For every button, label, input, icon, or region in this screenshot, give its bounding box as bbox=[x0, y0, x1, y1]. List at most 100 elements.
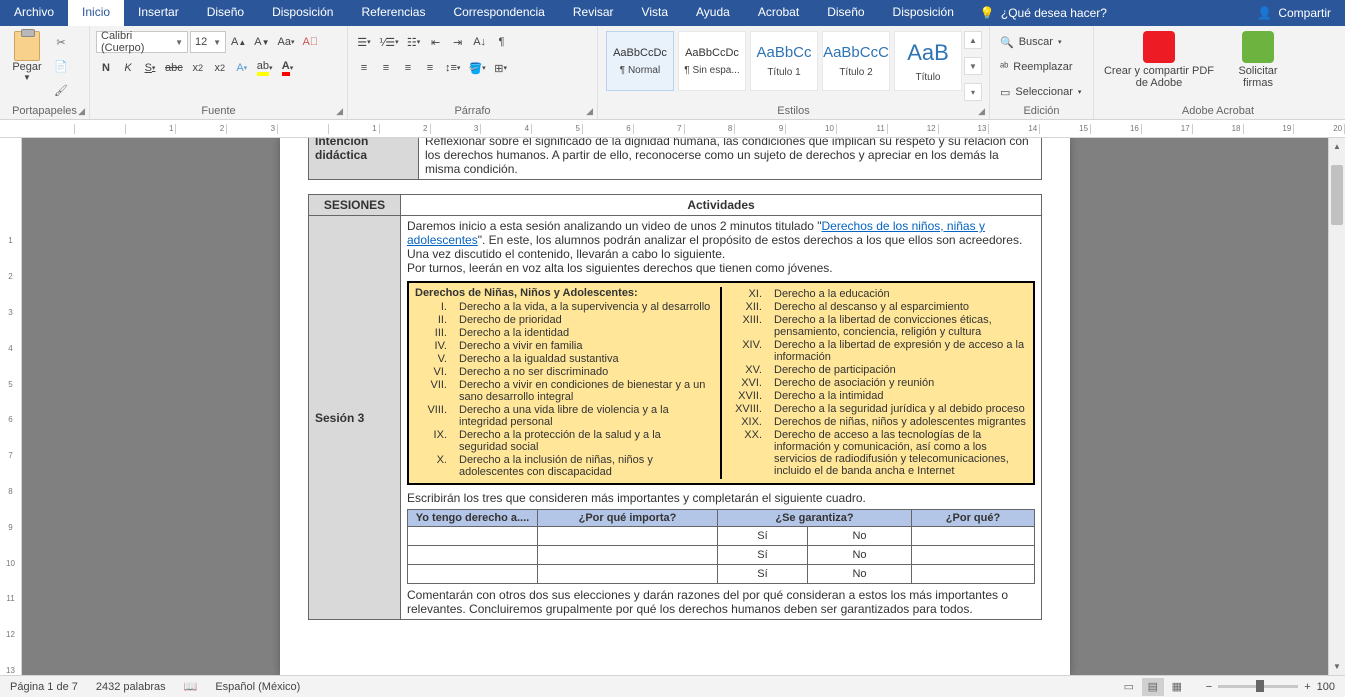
sort-button[interactable]: A↓ bbox=[470, 31, 490, 53]
horizontal-ruler[interactable]: 1231234567891011121314151617181920 bbox=[0, 120, 1345, 138]
menu-mailings[interactable]: Correspondencia bbox=[439, 0, 558, 26]
ribbon-group-clipboard: Pegar ▼ ✂ 📄 🖌 Portapapeles◢ bbox=[0, 26, 90, 119]
styles-scroll-button[interactable]: ▲ bbox=[964, 31, 982, 49]
indent-decrease-button[interactable]: ⇤ bbox=[426, 31, 446, 53]
cut-button[interactable]: ✂ bbox=[52, 33, 70, 51]
zoom-out-button[interactable]: − bbox=[1206, 681, 1212, 693]
ruler-mark: 8 bbox=[685, 124, 736, 134]
menu-design2[interactable]: Diseño bbox=[813, 0, 878, 26]
rights-title: Derechos de Niñas, Niños y Adolescentes: bbox=[415, 287, 712, 299]
styles-scroll-button[interactable]: ▾ bbox=[964, 83, 982, 101]
scroll-down-button[interactable]: ▼ bbox=[1329, 658, 1345, 675]
bullets-button[interactable]: ☰▾ bbox=[354, 31, 374, 53]
format-painter-button[interactable]: 🖌 bbox=[52, 81, 70, 99]
font-launcher[interactable]: ◢ bbox=[336, 106, 343, 117]
justify-button[interactable]: ≡ bbox=[420, 57, 440, 79]
page[interactable]: Intención didáctica Reflexionar sobre el… bbox=[280, 138, 1070, 675]
menu-home[interactable]: Inicio bbox=[68, 0, 124, 26]
borders-button[interactable]: ⊞▾ bbox=[491, 57, 511, 79]
paste-label: Pegar bbox=[12, 61, 41, 73]
request-sign-button[interactable]: Solicitar firmas bbox=[1228, 31, 1288, 89]
language-indicator[interactable]: Español (México) bbox=[215, 681, 300, 693]
style-tile-ttulo[interactable]: AaBTítulo bbox=[894, 31, 962, 91]
clipboard-launcher[interactable]: ◢ bbox=[78, 106, 85, 117]
align-center-button[interactable]: ≡ bbox=[376, 57, 396, 79]
actividades-cell[interactable]: Daremos inicio a esta sesión analizando … bbox=[401, 216, 1042, 620]
menu-layout2[interactable]: Disposición bbox=[879, 0, 968, 26]
style-tile-sinespa[interactable]: AaBbCcDc¶ Sin espa... bbox=[678, 31, 746, 91]
menu-layout[interactable]: Disposición bbox=[258, 0, 347, 26]
vertical-scrollbar[interactable]: ▲ ▼ bbox=[1328, 138, 1345, 675]
intencion-text-cell: Reflexionar sobre el significado de la d… bbox=[419, 138, 1042, 180]
underline-button[interactable]: S▾ bbox=[140, 57, 160, 79]
style-name-label: Título 2 bbox=[839, 67, 872, 78]
vertical-ruler[interactable]: 12345678910111213 bbox=[0, 138, 22, 675]
chevron-down-icon: ▾ bbox=[1058, 38, 1062, 46]
menu-insert[interactable]: Insertar bbox=[124, 0, 193, 26]
font-color-button[interactable]: A▾ bbox=[278, 57, 298, 79]
copy-button[interactable]: 📄 bbox=[52, 57, 70, 75]
print-layout-button[interactable]: ▤ bbox=[1142, 678, 1164, 696]
read-mode-button[interactable]: ▭ bbox=[1118, 678, 1140, 696]
grow-font-button[interactable]: A▲ bbox=[228, 31, 249, 53]
shading-button[interactable]: 🪣▾ bbox=[465, 57, 488, 79]
styles-scroll-button[interactable]: ▼ bbox=[964, 57, 982, 75]
ruler-mark: 18 bbox=[1193, 124, 1244, 134]
replace-button[interactable]: ᵃᵇReemplazar bbox=[996, 56, 1087, 78]
style-name-label: Título bbox=[915, 72, 940, 83]
show-marks-button[interactable]: ¶ bbox=[492, 31, 512, 53]
page-indicator[interactable]: Página 1 de 7 bbox=[10, 681, 78, 693]
create-pdf-button[interactable]: Crear y compartir PDF de Adobe bbox=[1100, 31, 1218, 89]
font-size-dropdown[interactable]: 12▼ bbox=[190, 31, 226, 53]
menu-acrobat[interactable]: Acrobat bbox=[744, 0, 813, 26]
menu-help[interactable]: Ayuda bbox=[682, 0, 744, 26]
style-tile-ttulo2[interactable]: AaBbCcCTítulo 2 bbox=[822, 31, 890, 91]
person-icon: 👤 bbox=[1257, 6, 1272, 20]
clear-format-button[interactable]: A⃫ bbox=[300, 31, 322, 53]
menu-review[interactable]: Revisar bbox=[559, 0, 628, 26]
zoom-in-button[interactable]: + bbox=[1304, 681, 1310, 693]
document-area[interactable]: Intención didáctica Reflexionar sobre el… bbox=[22, 138, 1328, 675]
tell-me-search[interactable]: 💡 ¿Qué desea hacer? bbox=[968, 0, 1119, 26]
highlight-button[interactable]: ab▾ bbox=[254, 57, 276, 79]
superscript-button[interactable]: x2 bbox=[210, 57, 230, 79]
menu-design[interactable]: Diseño bbox=[193, 0, 258, 26]
share-button[interactable]: 👤 Compartir bbox=[1243, 0, 1345, 26]
strike-button[interactable]: abc bbox=[162, 57, 186, 79]
web-layout-button[interactable]: ▦ bbox=[1166, 678, 1188, 696]
scroll-thumb[interactable] bbox=[1331, 165, 1343, 225]
align-right-button[interactable]: ≡ bbox=[398, 57, 418, 79]
multilevel-button[interactable]: ☷▾ bbox=[404, 31, 424, 53]
bold-button[interactable]: N bbox=[96, 57, 116, 79]
scroll-track[interactable] bbox=[1329, 155, 1345, 658]
zoom-slider[interactable] bbox=[1218, 685, 1298, 688]
line-spacing-button[interactable]: ↕≡▾ bbox=[442, 57, 463, 79]
align-left-button[interactable]: ≡ bbox=[354, 57, 374, 79]
spell-check-icon[interactable]: 📖 bbox=[184, 680, 198, 693]
menu-file[interactable]: Archivo bbox=[0, 0, 68, 26]
chevron-down-icon: ▼ bbox=[213, 38, 221, 47]
select-button[interactable]: ▭Seleccionar▾ bbox=[996, 81, 1087, 103]
menu-view[interactable]: Vista bbox=[628, 0, 682, 26]
paragraph-launcher[interactable]: ◢ bbox=[586, 106, 593, 117]
numbering-button[interactable]: ⅟☰▾ bbox=[376, 31, 402, 53]
zoom-value[interactable]: 100 bbox=[1317, 681, 1335, 693]
subscript-button[interactable]: x2 bbox=[188, 57, 208, 79]
zoom-thumb[interactable] bbox=[1256, 680, 1264, 692]
styles-launcher[interactable]: ◢ bbox=[978, 106, 985, 117]
shrink-font-button[interactable]: A▼ bbox=[251, 31, 272, 53]
indent-increase-button[interactable]: ⇥ bbox=[448, 31, 468, 53]
change-case-button[interactable]: Aa▾ bbox=[275, 31, 298, 53]
scroll-up-button[interactable]: ▲ bbox=[1329, 138, 1345, 155]
paste-button[interactable]: Pegar ▼ bbox=[6, 29, 48, 82]
font-name-dropdown[interactable]: Calibri (Cuerpo)▼ bbox=[96, 31, 188, 53]
text-effects-button[interactable]: A▾ bbox=[232, 57, 252, 79]
word-count[interactable]: 2432 palabras bbox=[96, 681, 166, 693]
style-tile-ttulo1[interactable]: AaBbCcTítulo 1 bbox=[750, 31, 818, 91]
table-row: SíNo bbox=[408, 565, 1035, 584]
italic-button[interactable]: K bbox=[118, 57, 138, 79]
style-tile-normal[interactable]: AaBbCcDc¶ Normal bbox=[606, 31, 674, 91]
find-button[interactable]: 🔍Buscar▾ bbox=[996, 31, 1087, 53]
completion-table: Yo tengo derecho a.... ¿Por qué importa?… bbox=[407, 509, 1035, 584]
menu-references[interactable]: Referencias bbox=[347, 0, 439, 26]
